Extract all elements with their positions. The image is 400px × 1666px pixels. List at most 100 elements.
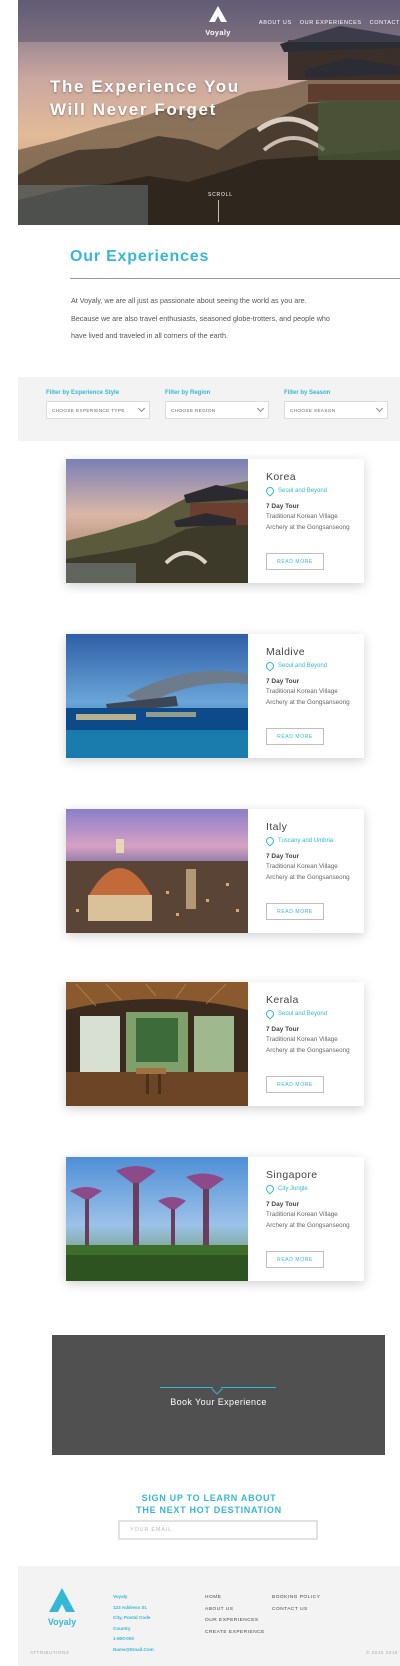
filter-season: Filter by Season CHOOSE SEASON — [284, 390, 388, 419]
footer-logo-text: Voyaly — [47, 1617, 77, 1627]
read-more-button[interactable]: READ MORE — [266, 728, 324, 745]
footer-logo[interactable]: Voyaly — [42, 1588, 82, 1627]
card-tour-length: 7 Day Tour — [266, 853, 300, 860]
card-location: Seoul and Beyond — [264, 1008, 364, 1020]
card-title: Korea — [266, 471, 297, 483]
card-title: Kerala — [266, 994, 299, 1006]
footer-link-about-us[interactable]: ABOUT US — [205, 1604, 265, 1616]
top-navigation: Voyaly ABOUT US OUR EXPERIENCES CONTACT — [18, 0, 400, 42]
card-body: Maldive Seoul and Beyond 7 Day Tour Trad… — [248, 634, 364, 758]
footer-links-primary: HOME ABOUT US OUR EXPERIENCES CREATE EXP… — [205, 1592, 265, 1638]
attributions-link[interactable]: ATTRIBUTIONS — [30, 1650, 69, 1655]
chevron-down-icon — [375, 404, 384, 413]
select-value: CHOOSE REGION — [171, 407, 216, 413]
card-tour-length: 7 Day Tour — [266, 1201, 300, 1208]
address-line: Voyaly — [113, 1594, 128, 1599]
location-pin-icon — [264, 1183, 276, 1195]
location-text: Seoul and Beyond — [278, 1011, 328, 1017]
card-title: Maldive — [266, 646, 305, 658]
filter-region: Filter by Region CHOOSE REGION — [165, 390, 269, 419]
footer-link-our-experiences[interactable]: OUR EXPERIENCES — [205, 1615, 265, 1627]
footer: Voyaly Voyaly 123 Address St. City, Post… — [18, 1566, 400, 1666]
card-description: Traditional Korean Village Archery at th… — [266, 513, 350, 531]
card-tour-length: 7 Day Tour — [266, 1026, 300, 1033]
filter-label: Filter by Region — [165, 390, 211, 396]
title-divider — [70, 278, 400, 279]
voyaly-logo[interactable]: Voyaly — [204, 6, 232, 37]
experience-card-italy[interactable]: Italy Tuscany and Umbria 7 Day Tour Trad… — [66, 809, 364, 933]
read-more-button[interactable]: READ MORE — [266, 1076, 324, 1093]
address-line: 1-800-000 — [113, 1636, 134, 1641]
filter-label: Filter by Experience Style — [46, 390, 120, 396]
experience-card-singapore[interactable]: Singapore City Jungle 7 Day Tour Traditi… — [66, 1157, 364, 1281]
filter-label: Filter by Season — [284, 390, 331, 396]
hero-title-line2: Will Never Forget — [50, 99, 217, 119]
chevron-down-icon — [256, 404, 265, 413]
book-experience-label[interactable]: Book Your Experience — [52, 1397, 385, 1407]
card-title: Italy — [266, 821, 288, 833]
scroll-hint[interactable]: SCROLL — [208, 192, 233, 198]
copyright: © 2015 2016 — [366, 1650, 398, 1655]
experience-type-select[interactable]: CHOOSE EXPERIENCE TYPE — [46, 401, 150, 419]
nav-links: ABOUT US OUR EXPERIENCES CONTACT — [259, 20, 400, 26]
scroll-indicator-line — [218, 200, 219, 222]
chevron-down-icon — [137, 404, 146, 413]
book-chevron-icon — [211, 1383, 223, 1395]
address-line: City, Postal Code — [113, 1615, 151, 1620]
card-body: Singapore City Jungle 7 Day Tour Traditi… — [248, 1157, 364, 1281]
nav-about-us[interactable]: ABOUT US — [259, 20, 292, 26]
button-label: READ MORE — [277, 908, 313, 915]
nav-our-experiences[interactable]: OUR EXPERIENCES — [300, 20, 362, 26]
signup-heading-line1: SIGN UP TO LEARN ABOUT — [141, 1493, 277, 1503]
address-email[interactable]: Name@Email.Com — [113, 1645, 154, 1656]
hero-banner: Voyaly ABOUT US OUR EXPERIENCES CONTACT … — [18, 0, 400, 225]
location-pin-icon — [264, 1008, 276, 1020]
card-tour-length: 7 Day Tour — [266, 678, 300, 685]
nav-contact[interactable]: CONTACT — [370, 20, 400, 26]
address-line: 123 Address St. — [113, 1604, 148, 1610]
card-location: Tuscany and Umbria — [264, 835, 364, 847]
location-text: Tuscany and Umbria — [278, 838, 334, 844]
footer-link-booking-policy[interactable]: BOOKING POLICY — [272, 1592, 320, 1604]
card-description: Traditional Korean Village Archery at th… — [266, 688, 350, 706]
card-title: Singapore — [266, 1169, 318, 1181]
hero-title: The Experience You Will Never Forget — [50, 76, 270, 122]
card-description: Traditional Korean Village Archery at th… — [266, 1211, 350, 1229]
filter-experience-style: Filter by Experience Style CHOOSE EXPERI… — [46, 390, 150, 419]
season-select[interactable]: CHOOSE SEASON — [284, 401, 388, 419]
card-tour-length: 7 Day Tour — [266, 503, 300, 510]
card-body: Korea Seoul and Beyond 7 Day Tour Tradit… — [248, 459, 364, 583]
read-more-button[interactable]: READ MORE — [266, 903, 324, 920]
footer-address: Voyaly 123 Address St. City, Postal Code… — [113, 1592, 154, 1655]
singapore-supertrees-image — [66, 1157, 248, 1281]
hero-title-line1: The Experience You — [50, 77, 240, 96]
book-experience-banner[interactable]: Book Your Experience — [52, 1335, 385, 1455]
card-location: Seoul and Beyond — [264, 660, 364, 672]
experience-card-korea[interactable]: Korea Seoul and Beyond 7 Day Tour Tradit… — [66, 459, 364, 583]
footer-link-create-experience[interactable]: CREATE EXPERIENCE — [205, 1627, 265, 1639]
footer-link-contact-us[interactable]: CONTACT US — [272, 1604, 320, 1616]
location-pin-icon — [264, 485, 276, 497]
read-more-button[interactable]: READ MORE — [266, 553, 324, 570]
read-more-button[interactable]: READ MORE — [266, 1251, 324, 1268]
card-location: City Jungle — [264, 1183, 364, 1195]
logo-text: Voyaly — [205, 28, 231, 37]
email-field[interactable]: YOUR EMAIL — [118, 1520, 318, 1540]
location-pin-icon — [264, 660, 276, 672]
maldives-resort-image — [66, 634, 248, 758]
korea-temple-image — [66, 459, 248, 583]
experience-card-kerala[interactable]: Kerala Seoul and Beyond 7 Day Tour Tradi… — [66, 982, 364, 1106]
kerala-houseboat-image — [66, 982, 248, 1106]
footer-link-home[interactable]: HOME — [205, 1592, 265, 1604]
region-select[interactable]: CHOOSE REGION — [165, 401, 269, 419]
select-value: CHOOSE EXPERIENCE TYPE — [52, 407, 125, 413]
button-label: READ MORE — [277, 1081, 313, 1088]
page: Voyaly ABOUT US OUR EXPERIENCES CONTACT … — [18, 0, 400, 1666]
button-label: READ MORE — [277, 733, 313, 740]
filter-bar: Filter by Experience Style CHOOSE EXPERI… — [18, 377, 400, 441]
location-text: Seoul and Beyond — [278, 663, 328, 669]
intro-paragraph: At Voyaly, we are all just as passionate… — [71, 296, 330, 340]
experience-card-maldive[interactable]: Maldive Seoul and Beyond 7 Day Tour Trad… — [66, 634, 364, 758]
address-line: Country — [113, 1625, 131, 1631]
location-text: City Jungle — [278, 1186, 308, 1192]
